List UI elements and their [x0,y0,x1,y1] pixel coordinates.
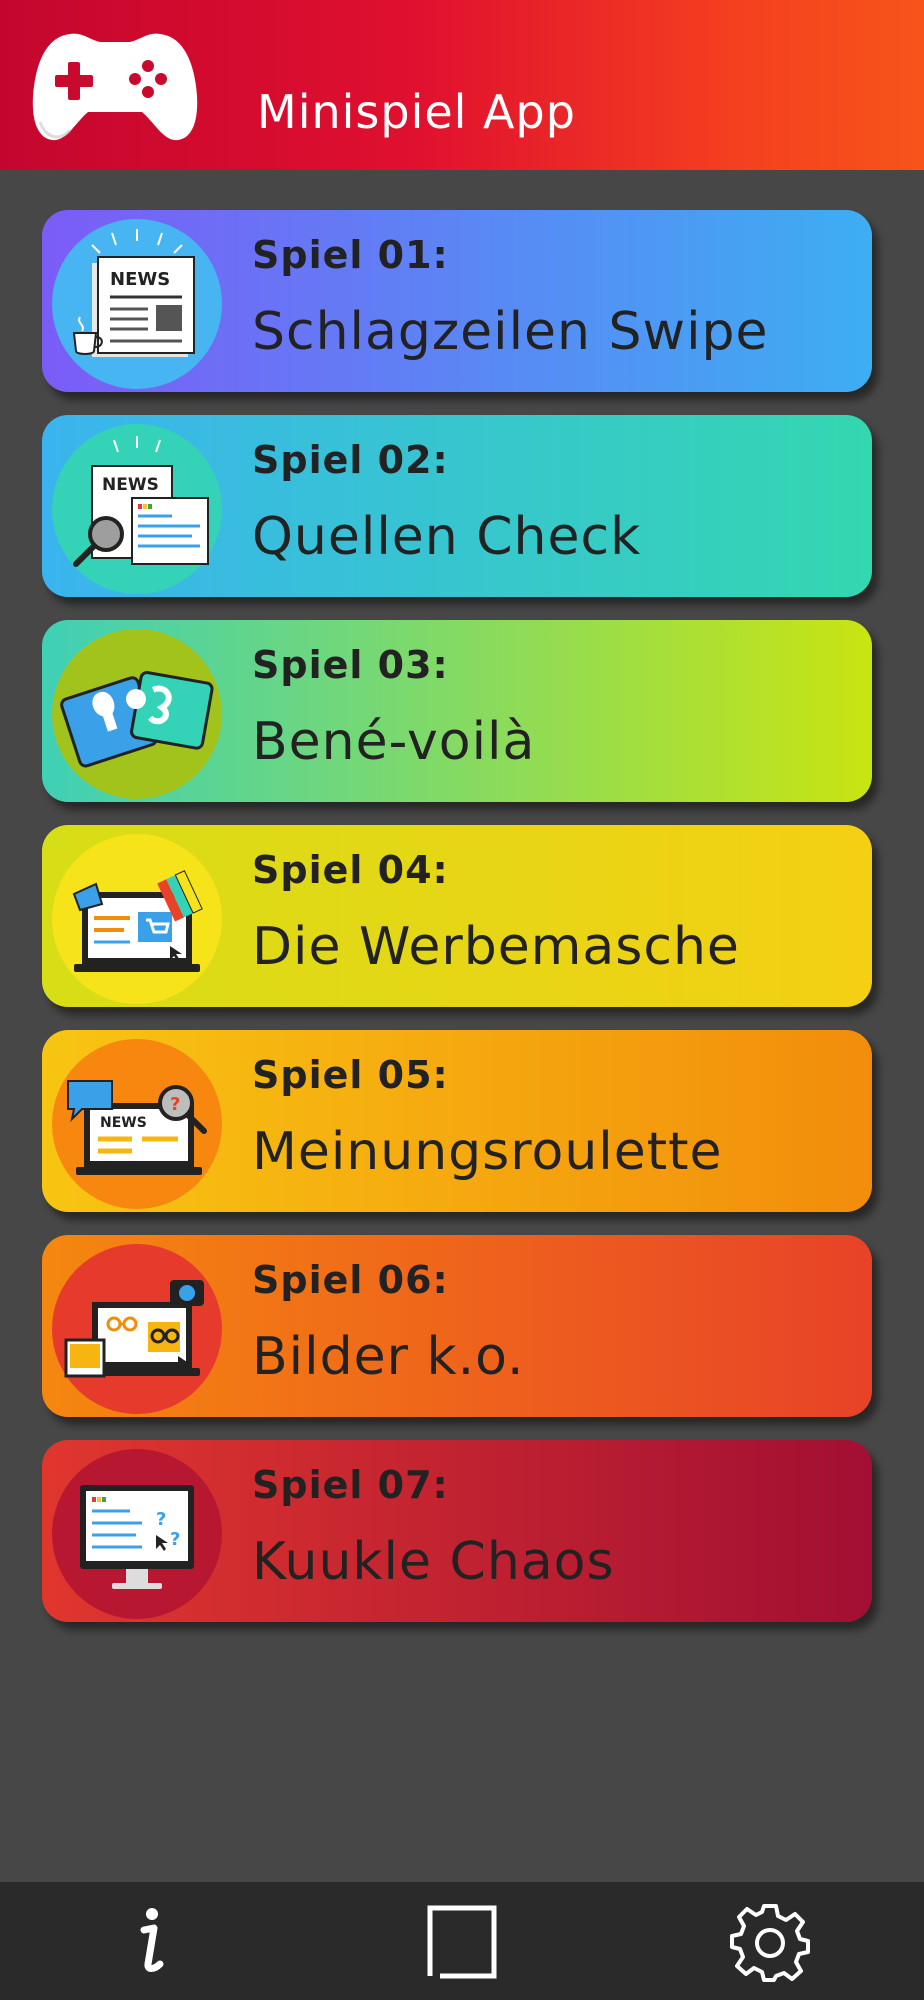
game-title: Bilder k.o. [252,1327,525,1387]
laptop-shopping-icon [52,834,222,1004]
game-card-06[interactable]: Spiel 06: Bilder k.o. [42,1235,872,1417]
game-card-04[interactable]: Spiel 04: Die Werbemasche [42,825,872,1007]
game-title: Quellen Check [252,507,642,567]
game-title: Kuukle Chaos [252,1532,615,1592]
svg-text:?: ? [170,1529,180,1550]
newspaper-coffee-icon: NEWS [52,219,222,389]
monitor-search-icon: ? ? [52,1449,222,1619]
svg-text:NEWS: NEWS [110,269,170,290]
game-number: Spiel 04: [252,848,449,892]
game-card-07[interactable]: ? ? Spiel 07: Kuukle Chaos [42,1440,872,1622]
game-title: Bené-voilà [252,712,536,772]
laptop-camera-icon [52,1244,222,1414]
bottom-navigation [0,1882,924,2000]
svg-text:?: ? [170,1094,180,1115]
game-card-02[interactable]: NEWS Spiel 02: Quellen Check [42,415,872,597]
game-number: Spiel 05: [252,1053,449,1097]
game-title: Meinungsroulette [252,1122,723,1182]
game-card-01[interactable]: NEWS Spiel 01: Schlagzeilen Swipe [42,210,872,392]
game-title: Die Werbemasche [252,917,740,977]
puzzle-cards-icon [52,629,222,799]
game-number: Spiel 07: [252,1463,449,1507]
newspaper-magnifier-icon: NEWS [52,424,222,594]
app-title: Minispiel App [257,85,576,139]
game-number: Spiel 03: [252,643,449,687]
game-number: Spiel 02: [252,438,449,482]
square-icon[interactable] [422,1902,502,1982]
game-number: Spiel 01: [252,233,449,277]
game-card-05[interactable]: NEWS ? Spiel 05: Meinungsroulette [42,1030,872,1212]
gamepad-icon [30,26,200,144]
info-icon[interactable] [110,1902,190,1982]
svg-text:?: ? [156,1509,166,1530]
gear-icon[interactable] [730,1902,810,1982]
svg-text:NEWS: NEWS [102,475,159,495]
game-title: Schlagzeilen Swipe [252,302,769,362]
game-number: Spiel 06: [252,1258,449,1302]
game-card-03[interactable]: Spiel 03: Bené-voilà [42,620,872,802]
laptop-news-comment-icon: NEWS ? [52,1039,222,1209]
app-header: Minispiel App [0,0,924,170]
svg-text:NEWS: NEWS [100,1115,147,1131]
